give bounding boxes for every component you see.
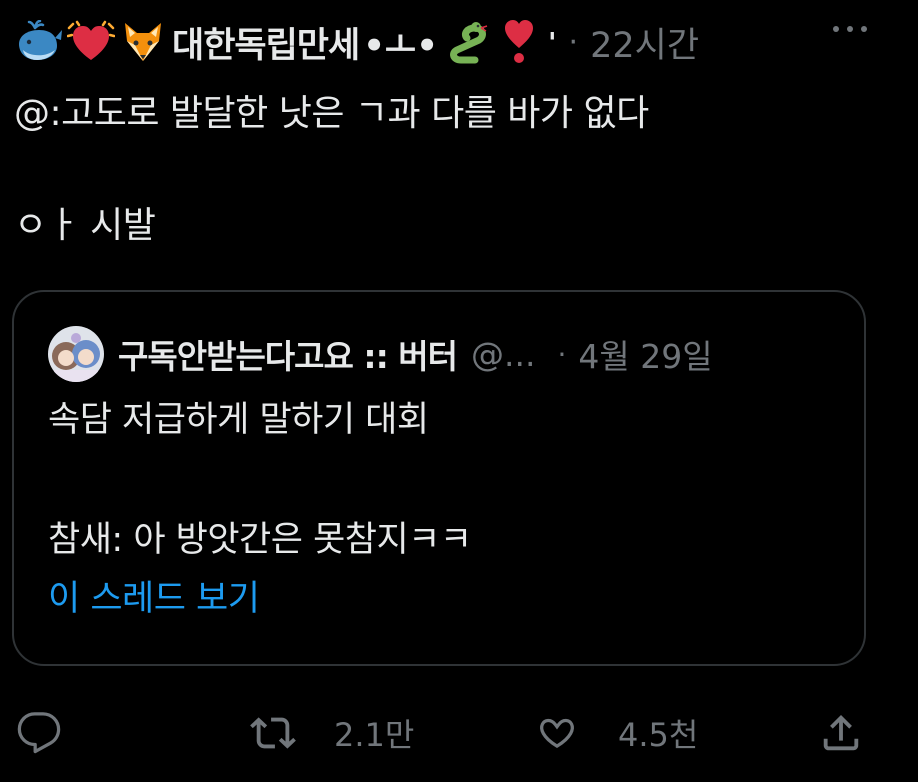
snake-icon xyxy=(442,17,492,67)
author-trailing-mark: ' xyxy=(547,25,557,59)
more-icon-dot xyxy=(847,26,853,32)
quoted-text-line xyxy=(48,450,848,510)
tweet-text-line: ㅇㅏ 시발 xyxy=(14,205,156,246)
quoted-text-line: 속담 저급하게 말하기 대회 xyxy=(48,400,429,440)
retweet-button[interactable]: 2.1만 xyxy=(250,700,414,766)
more-options-button[interactable] xyxy=(822,14,878,44)
author-name: 대한독립만세 xyxy=(172,25,360,66)
share-button[interactable] xyxy=(818,700,864,766)
like-button[interactable]: 4.5천 xyxy=(534,700,698,766)
author-name-row[interactable]: 대한독립만세 •ㅗ• ' xyxy=(14,14,559,70)
tweet-timestamp[interactable]: 22시간 xyxy=(590,17,699,68)
show-thread-link[interactable]: 이 스레드 보기 xyxy=(48,570,260,621)
avatar-icon[interactable] xyxy=(48,326,104,382)
tweet-header: 대한독립만세 •ㅗ• ' · 22시간 xyxy=(14,14,904,70)
tweet: 대한독립만세 •ㅗ• ' · 22시간 @:고도로 발달한 낫은 ㄱ과 다를 바… xyxy=(0,0,918,782)
quoted-tweet-header: 구독안받는다고요 :: 버터 @... · 4월 29일 xyxy=(48,324,848,384)
quoted-tweet-card[interactable]: 구독안받는다고요 :: 버터 @... · 4월 29일 속담 저급하게 말하기… xyxy=(12,290,866,666)
tweet-text: @:고도로 발달한 낫은 ㄱ과 다를 바가 없다 ㅇㅏ 시발 xyxy=(14,86,894,254)
header-separator: · xyxy=(568,24,579,60)
author-name-suffix: •ㅗ• xyxy=(363,25,438,66)
beating-heart-icon xyxy=(66,17,116,67)
quoted-tweet-text: 속담 저급하게 말하기 대회참새: 아 방앗간은 못참지ㅋㅋ xyxy=(48,390,848,570)
fox-icon xyxy=(118,17,168,67)
like-count: 4.5천 xyxy=(618,716,699,754)
heart-exclamation-icon xyxy=(494,17,544,67)
more-icon xyxy=(833,26,839,32)
quoted-date[interactable]: 4월 29일 xyxy=(578,330,712,378)
tweet-text-line: @:고도로 발달한 낫은 ㄱ과 다를 바가 없다 xyxy=(14,93,649,134)
tweet-actions: 2.1만 4.5천 xyxy=(0,700,918,766)
reply-button[interactable] xyxy=(16,700,62,766)
quoted-text-line: 참새: 아 방앗간은 못참지ㅋㅋ xyxy=(48,520,472,560)
whale-icon xyxy=(14,17,64,67)
heart-icon xyxy=(540,718,574,749)
quoted-author-handle[interactable]: @... xyxy=(471,335,535,374)
quoted-author-name[interactable]: 구독안받는다고요 :: 버터 xyxy=(118,330,458,378)
share-icon xyxy=(823,714,859,751)
tweet-text-line xyxy=(14,142,894,198)
reply-icon xyxy=(17,712,61,754)
retweet-count: 2.1만 xyxy=(334,716,415,754)
retweet-icon xyxy=(250,717,296,749)
more-icon-dot xyxy=(861,26,867,32)
quoted-separator: · xyxy=(557,337,567,371)
